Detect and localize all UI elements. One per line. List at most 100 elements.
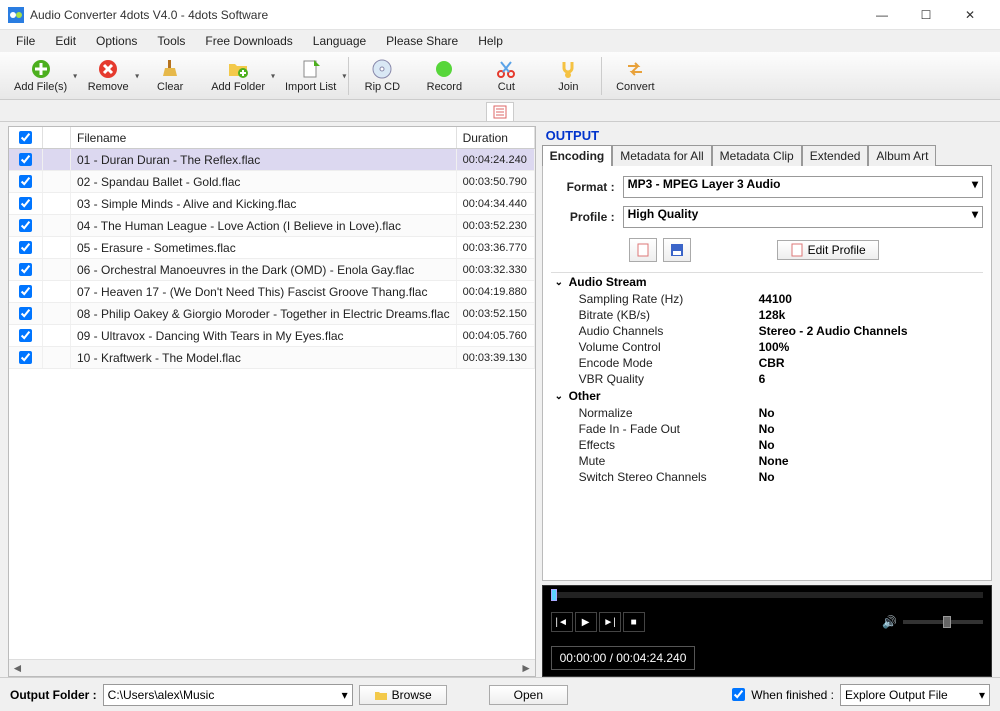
prop-row[interactable]: Fade In - Fade OutNo	[551, 421, 983, 437]
toolbar-add-files[interactable]: Add File(s)▾	[4, 56, 77, 95]
when-finished-checkbox[interactable]	[732, 688, 745, 701]
prop-row[interactable]: MuteNone	[551, 453, 983, 469]
header-duration[interactable]: Duration	[457, 127, 535, 148]
row-filename: 08 - Philip Oakey & Giorgio Moroder - To…	[71, 303, 457, 324]
prop-row[interactable]: Volume Control100%	[551, 339, 983, 355]
menu-options[interactable]: Options	[88, 32, 145, 50]
horizontal-scrollbar[interactable]: ◄ ►	[9, 659, 535, 676]
menu-edit[interactable]: Edit	[47, 32, 84, 50]
row-checkbox[interactable]	[9, 193, 43, 214]
toolbar-remove[interactable]: Remove▾	[77, 56, 139, 95]
header-filename[interactable]: Filename	[71, 127, 457, 148]
table-row[interactable]: 03 - Simple Minds - Alive and Kicking.fl…	[9, 193, 535, 215]
prev-button[interactable]: |◄	[551, 612, 573, 632]
top-tab[interactable]	[486, 102, 514, 121]
app-icon	[8, 7, 24, 23]
table-row[interactable]: 02 - Spandau Ballet - Gold.flac00:03:50.…	[9, 171, 535, 193]
window-title: Audio Converter 4dots V4.0 - 4dots Softw…	[30, 8, 860, 22]
toolbar-convert[interactable]: Convert	[604, 56, 666, 95]
table-row[interactable]: 07 - Heaven 17 - (We Don't Need This) Fa…	[9, 281, 535, 303]
menu-language[interactable]: Language	[305, 32, 374, 50]
menu-file[interactable]: File	[8, 32, 43, 50]
row-checkbox[interactable]	[9, 303, 43, 324]
prop-row[interactable]: Sampling Rate (Hz)44100	[551, 291, 983, 307]
browse-button[interactable]: Browse	[359, 685, 447, 705]
save-profile-button[interactable]	[663, 238, 691, 262]
row-checkbox[interactable]	[9, 215, 43, 236]
table-row[interactable]: 08 - Philip Oakey & Giorgio Moroder - To…	[9, 303, 535, 325]
toolbar-import-list[interactable]: Import List▾	[275, 56, 346, 95]
prop-key: Sampling Rate (Hz)	[579, 292, 759, 306]
row-checkbox[interactable]	[9, 325, 43, 346]
progress-bar[interactable]	[551, 592, 983, 598]
toolbar-record[interactable]: Record	[413, 56, 475, 95]
row-checkbox[interactable]	[9, 171, 43, 192]
row-checkbox[interactable]	[9, 259, 43, 280]
row-checkbox[interactable]	[9, 149, 43, 170]
open-button[interactable]: Open	[489, 685, 568, 705]
titlebar: Audio Converter 4dots V4.0 - 4dots Softw…	[0, 0, 1000, 30]
prop-row[interactable]: NormalizeNo	[551, 405, 983, 421]
row-filename: 07 - Heaven 17 - (We Don't Need This) Fa…	[71, 281, 457, 302]
scroll-right-icon[interactable]: ►	[518, 660, 535, 677]
table-row[interactable]: 01 - Duran Duran - The Reflex.flac00:04:…	[9, 149, 535, 171]
prop-key: Effects	[579, 438, 759, 452]
toolbar-rip-cd[interactable]: Rip CD	[351, 56, 413, 95]
edit-profile-button[interactable]: Edit Profile	[777, 240, 879, 260]
output-title: OUTPUT	[542, 126, 992, 145]
file-icon	[636, 243, 650, 257]
tab-extended[interactable]: Extended	[802, 145, 869, 166]
prop-row[interactable]: Bitrate (KB/s)128k	[551, 307, 983, 323]
row-filename: 05 - Erasure - Sometimes.flac	[71, 237, 457, 258]
tab-metadata-clip[interactable]: Metadata Clip	[712, 145, 802, 166]
header-checkbox[interactable]	[9, 127, 43, 148]
row-duration: 00:03:36.770	[457, 237, 535, 258]
toolbar-join[interactable]: Join	[537, 56, 599, 95]
close-button[interactable]: ✕	[948, 0, 992, 30]
toolbar-cut[interactable]: Cut	[475, 56, 537, 95]
output-folder-label: Output Folder :	[10, 688, 97, 702]
row-filename: 01 - Duran Duran - The Reflex.flac	[71, 149, 457, 170]
when-finished-combo[interactable]: Explore Output File▾	[840, 684, 990, 706]
import-icon	[300, 58, 322, 80]
prop-row[interactable]: Encode ModeCBR	[551, 355, 983, 371]
prop-row[interactable]: VBR Quality6	[551, 371, 983, 387]
prop-section-header[interactable]: ⌄Audio Stream	[551, 273, 983, 291]
prop-section-header[interactable]: ⌄Other	[551, 387, 983, 405]
play-button[interactable]: ▶	[575, 612, 597, 632]
next-button[interactable]: ►|	[599, 612, 621, 632]
property-grid[interactable]: ⌄Audio StreamSampling Rate (Hz)44100Bitr…	[551, 272, 983, 574]
row-checkbox[interactable]	[9, 347, 43, 368]
tab-metadata-all[interactable]: Metadata for All	[612, 145, 711, 166]
stop-button[interactable]: ■	[623, 612, 645, 632]
maximize-button[interactable]: ☐	[904, 0, 948, 30]
menu-tools[interactable]: Tools	[149, 32, 193, 50]
prop-row[interactable]: Switch Stereo ChannelsNo	[551, 469, 983, 485]
volume-slider[interactable]	[903, 620, 983, 624]
row-icon	[43, 215, 71, 236]
prop-row[interactable]: Audio ChannelsStereo - 2 Audio Channels	[551, 323, 983, 339]
menu-please-share[interactable]: Please Share	[378, 32, 466, 50]
minimize-button[interactable]: —	[860, 0, 904, 30]
table-row[interactable]: 09 - Ultravox - Dancing With Tears in My…	[9, 325, 535, 347]
toolbar-clear[interactable]: Clear	[139, 56, 201, 95]
toolbar-add-folder[interactable]: Add Folder▾	[201, 56, 275, 95]
tab-encoding[interactable]: Encoding	[542, 145, 613, 166]
profile-select[interactable]: High Quality▾	[623, 206, 983, 228]
prop-value: No	[759, 422, 775, 436]
convert-icon	[624, 58, 646, 80]
scroll-left-icon[interactable]: ◄	[9, 660, 26, 677]
new-profile-button[interactable]	[629, 238, 657, 262]
table-row[interactable]: 04 - The Human League - Love Action (I B…	[9, 215, 535, 237]
prop-row[interactable]: EffectsNo	[551, 437, 983, 453]
table-row[interactable]: 06 - Orchestral Manoeuvres in the Dark (…	[9, 259, 535, 281]
menu-help[interactable]: Help	[470, 32, 511, 50]
row-checkbox[interactable]	[9, 281, 43, 302]
row-checkbox[interactable]	[9, 237, 43, 258]
menu-free-downloads[interactable]: Free Downloads	[197, 32, 300, 50]
format-select[interactable]: MP3 - MPEG Layer 3 Audio▾	[623, 176, 983, 198]
output-folder-combo[interactable]: C:\Users\alex\Music▾	[103, 684, 353, 706]
table-row[interactable]: 10 - Kraftwerk - The Model.flac00:03:39.…	[9, 347, 535, 369]
table-row[interactable]: 05 - Erasure - Sometimes.flac00:03:36.77…	[9, 237, 535, 259]
tab-album-art[interactable]: Album Art	[868, 145, 936, 166]
